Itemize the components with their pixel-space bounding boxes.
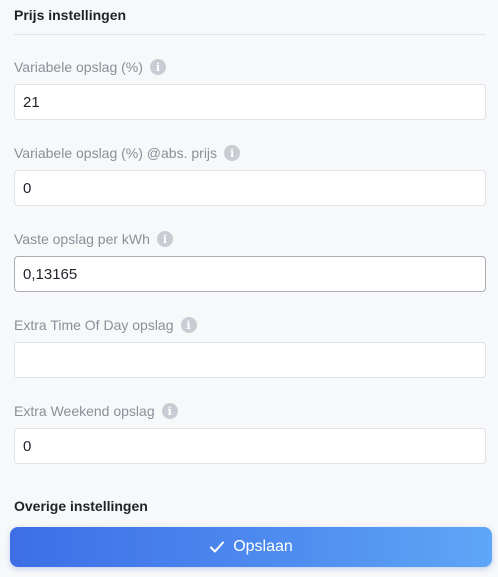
variable-markup-input[interactable] bbox=[14, 84, 486, 120]
label-variable-markup: Variabele opslag (%) i bbox=[14, 59, 166, 75]
time-of-day-markup-input[interactable] bbox=[14, 342, 486, 378]
info-icon[interactable]: i bbox=[161, 403, 178, 419]
section-title-other-settings: Overige instellingen bbox=[14, 498, 148, 514]
section-title-price-settings: Prijs instellingen bbox=[14, 7, 127, 23]
label-time-of-day-markup-text: Extra Time Of Day opslag bbox=[14, 317, 174, 333]
settings-page: Prijs instellingen Variabele opslag (%) … bbox=[0, 0, 498, 577]
info-icon[interactable]: i bbox=[224, 145, 241, 161]
save-button-label: Opslaan bbox=[233, 538, 293, 555]
info-icon[interactable]: i bbox=[156, 231, 173, 247]
info-icon[interactable]: i bbox=[180, 317, 197, 333]
label-variable-markup-abs-text: Variabele opslag (%) @abs. prijs bbox=[14, 145, 218, 161]
label-variable-markup-abs: Variabele opslag (%) @abs. prijs i bbox=[14, 145, 241, 161]
section-divider bbox=[14, 34, 486, 35]
label-weekend-markup: Extra Weekend opslag i bbox=[14, 403, 178, 419]
label-time-of-day-markup: Extra Time Of Day opslag i bbox=[14, 317, 197, 333]
fixed-markup-kwh-input[interactable] bbox=[14, 256, 486, 292]
check-icon bbox=[209, 539, 225, 555]
info-icon[interactable]: i bbox=[149, 59, 166, 75]
save-button[interactable]: Opslaan bbox=[10, 527, 492, 567]
label-variable-markup-text: Variabele opslag (%) bbox=[14, 59, 143, 75]
variable-markup-abs-input[interactable] bbox=[14, 170, 486, 206]
label-fixed-markup-kwh: Vaste opslag per kWh i bbox=[14, 231, 173, 247]
label-weekend-markup-text: Extra Weekend opslag bbox=[14, 403, 155, 419]
label-fixed-markup-kwh-text: Vaste opslag per kWh bbox=[14, 231, 150, 247]
weekend-markup-input[interactable] bbox=[14, 428, 486, 464]
